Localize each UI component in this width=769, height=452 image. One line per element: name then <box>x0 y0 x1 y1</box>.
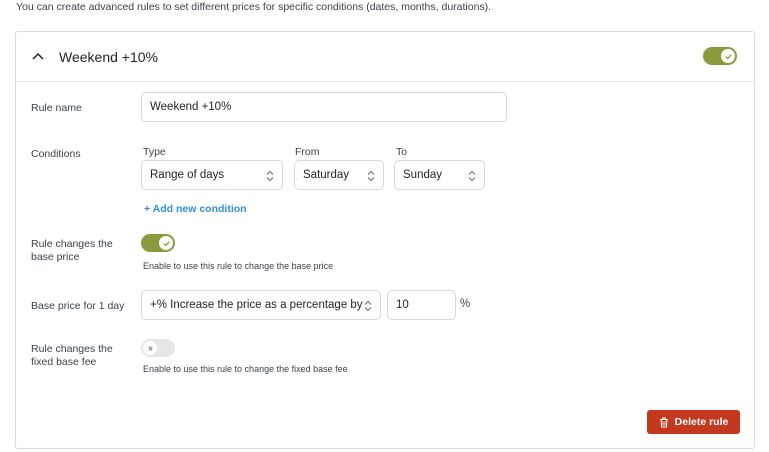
up-down-chevron-icon <box>468 170 476 182</box>
rule-title: Weekend +10% <box>59 49 158 65</box>
rule-enabled-toggle[interactable] <box>703 47 737 65</box>
base-price-toggle[interactable] <box>141 234 175 252</box>
trash-icon <box>659 417 668 427</box>
base-price-amount-input[interactable]: 10 <box>387 290 456 320</box>
conditions-label: Conditions <box>31 148 81 160</box>
up-down-chevron-icon <box>364 300 372 312</box>
check-icon <box>159 236 173 250</box>
rule-name-input[interactable]: Weekend +10% <box>141 92 507 122</box>
condition-to-select[interactable]: Sunday <box>394 160 485 190</box>
fixed-fee-toggle-label-line2: fixed base fee <box>31 356 97 368</box>
base-price-mode-value: +% Increase the price as a percentage by <box>150 299 363 311</box>
base-price-label: Base price for 1 day <box>31 300 125 312</box>
type-label: Type <box>143 146 166 158</box>
fixed-fee-toggle-label-line1: Rule changes the <box>31 343 113 355</box>
up-down-chevron-icon <box>367 170 375 182</box>
x-icon <box>143 341 157 355</box>
fixed-fee-toggle-help: Enable to use this rule to change the fi… <box>143 364 348 374</box>
check-icon <box>721 49 735 63</box>
base-price-toggle-label: Rule changes the base price <box>31 238 113 264</box>
to-label: To <box>396 146 408 158</box>
base-price-toggle-label-line2: base price <box>31 251 80 263</box>
base-price-toggle-help: Enable to use this rule to change the ba… <box>143 261 334 271</box>
rule-card: Weekend +10% Rule name Weekend +10% Cond… <box>15 31 755 449</box>
delete-rule-label: Delete rule <box>674 416 729 428</box>
condition-from-select[interactable]: Saturday <box>294 160 384 190</box>
fixed-fee-toggle[interactable] <box>141 339 175 357</box>
percent-unit: % <box>460 298 471 310</box>
rule-name-label: Rule name <box>31 102 82 114</box>
delete-rule-button[interactable]: Delete rule <box>647 410 740 434</box>
from-label: From <box>295 146 320 158</box>
base-price-mode-select[interactable]: +% Increase the price as a percentage by <box>141 290 381 320</box>
add-condition-link[interactable]: + Add new condition <box>144 203 247 215</box>
condition-type-value: Range of days <box>150 169 225 181</box>
condition-from-value: Saturday <box>303 169 350 181</box>
condition-to-value: Sunday <box>403 169 443 181</box>
up-down-chevron-icon <box>266 170 274 182</box>
condition-type-select[interactable]: Range of days <box>141 160 283 190</box>
chevron-up-icon[interactable] <box>31 49 45 63</box>
fixed-fee-toggle-label: Rule changes the fixed base fee <box>31 343 113 369</box>
base-price-toggle-label-line1: Rule changes the <box>31 238 113 250</box>
intro-text: You can create advanced rules to set dif… <box>16 1 492 13</box>
rule-card-header[interactable]: Weekend +10% <box>16 32 754 82</box>
